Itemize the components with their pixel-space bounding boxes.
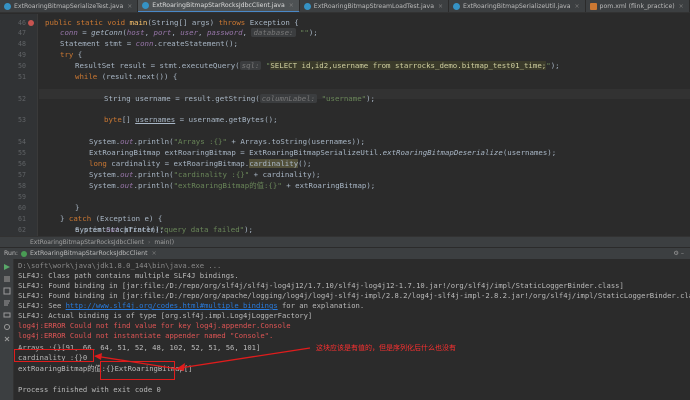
line-number: 49: [18, 51, 26, 59]
editor-tab-bar: ExtRoaringBitmapSerializeTest.java × ExtR…: [0, 0, 690, 13]
code-line-50: ResultSet result = stmt.executeQuery(sql…: [75, 61, 560, 70]
annotation-box-cardinality: [14, 349, 94, 362]
breadcrumb-class[interactable]: ExtRoaringBitmapStarRocksJdbcClient: [30, 239, 144, 246]
close-tab-icon[interactable]: ×: [574, 3, 579, 10]
line-number: 56: [18, 160, 26, 168]
tab-extroaringbitmap-serialize-test[interactable]: ExtRoaringBitmapSerializeTest.java ×: [0, 0, 139, 12]
console-line: SLF4J: Class path contains multiple SLF4…: [18, 271, 239, 280]
console-exit-line: Process finished with exit code 0: [18, 385, 161, 394]
line-number: 58: [18, 182, 26, 190]
tab-extroaringbitmap-starrocks-jdbc-client[interactable]: ExtRoaringBitmapStarRocksJdbcClient.java…: [138, 0, 300, 12]
run-config-icon: [20, 250, 27, 257]
line-number: 55: [18, 149, 26, 157]
sql-injection-highlight: SELECT id,id2,username from starrocks_de…: [270, 61, 547, 70]
line-number: 47: [18, 29, 26, 37]
code-line-63: e.printStackTrace();: [75, 225, 164, 234]
code-line-57: System.out.println("cardinality :{}" + c…: [89, 170, 321, 179]
line-number: 62: [18, 226, 26, 234]
code-line-52: String username = result.getString(colum…: [104, 94, 375, 103]
annotation-box-bitmap: [100, 361, 175, 380]
line-number: 51: [18, 73, 26, 81]
settings-gear-icon[interactable]: ⚙ –: [673, 250, 684, 257]
stop-icon[interactable]: [3, 275, 11, 283]
code-line-51: while (result.next()) {: [75, 72, 178, 81]
method-highlight: cardinality: [249, 159, 299, 168]
run-tool-window-header: Run: ExtRoaringBitmapStarRocksJdbcClient…: [0, 247, 690, 259]
run-config-tab[interactable]: ExtRoaringBitmapStarRocksJdbcClient ×: [20, 250, 157, 257]
code-line-55: ExtRoaringBitmap extRoaringBitmap = ExtR…: [89, 148, 557, 157]
line-number: 59: [18, 193, 26, 201]
line-number: 61: [18, 215, 26, 223]
java-file-icon: [303, 3, 311, 10]
tab-label: ExtRoaringBitmapStarRocksJdbcClient.java: [152, 2, 285, 9]
run-gutter-icon[interactable]: [28, 20, 34, 26]
code-line-46: public static void main(String[] args) t…: [45, 18, 299, 27]
console-error-line: log4j:ERROR Could not find value for key…: [18, 321, 291, 330]
code-editor[interactable]: 46 47 48 49 50 51 52 53 54 55 56 57 58 5…: [0, 14, 690, 236]
java-file-icon: [142, 2, 150, 9]
close-tab-icon[interactable]: ×: [289, 2, 294, 9]
tab-extroaringbitmap-streamload-test[interactable]: ExtRoaringBitmapStreamLoadTest.java ×: [300, 0, 450, 12]
restore-layout-icon[interactable]: [3, 287, 11, 295]
java-file-icon: [4, 3, 11, 10]
line-number: 57: [18, 171, 26, 179]
breadcrumb-separator: ›: [147, 238, 151, 246]
run-toolbar: [0, 259, 14, 400]
console-line: SLF4J: Found binding in [jar:file:/D:/re…: [18, 291, 690, 300]
line-number-gutter[interactable]: 46 47 48 49 50 51 52 53 54 55 56 57 58 5…: [0, 14, 38, 236]
soft-wrap-icon[interactable]: [3, 299, 11, 307]
code-line-54: System.out.println("Arrays :{}" + Arrays…: [89, 137, 365, 146]
line-number: 53: [18, 116, 26, 124]
code-line-58: System.out.println("extRoaringBitmap的值:{…: [89, 181, 376, 190]
console-line: D:\soft\work\java\jdk1.8.0_144\bin\java.…: [18, 261, 222, 270]
code-line-56: long cardinality = extRoaringBitmap.card…: [89, 159, 312, 168]
close-run-tab-icon[interactable]: ×: [152, 250, 157, 257]
breadcrumb-method[interactable]: main(): [154, 239, 174, 246]
maven-file-icon: [589, 3, 597, 10]
close-tab-icon[interactable]: ×: [127, 3, 132, 10]
code-line-49: try {: [60, 50, 83, 59]
tab-label: ExtRoaringBitmapSerializeUtil.java: [463, 3, 571, 10]
code-line-47: conn = getConn(host, port, user, passwor…: [60, 28, 318, 37]
code-line-53: byte[] usernames = username.getBytes();: [104, 115, 278, 124]
run-label: Run:: [4, 250, 18, 257]
close-tab-icon[interactable]: ×: [679, 3, 684, 10]
console-line: SLF4J: See http://www.slf4j.org/codes.ht…: [18, 301, 365, 310]
annotation-text: 这块应该是有值的，但是序列化后什么也没有: [316, 344, 456, 352]
pin-icon[interactable]: [3, 323, 11, 331]
line-number: 54: [18, 138, 26, 146]
console-line: SLF4J: Actual binding is of type [org.sl…: [18, 311, 313, 320]
console-error-line: log4j:ERROR Could not instantiate append…: [18, 331, 274, 340]
line-number: 52: [18, 95, 26, 103]
java-file-icon: [453, 3, 461, 10]
code-line-61: } catch (Exception e) {: [60, 214, 163, 223]
tab-pom-xml[interactable]: pom.xml (flink_practice) ×: [586, 0, 690, 12]
code-line-60: }: [75, 203, 80, 212]
tab-extroaringbitmap-serialize-util[interactable]: ExtRoaringBitmapSerializeUtil.java ×: [449, 0, 586, 12]
bindings-doc-link[interactable]: http://www.slf4j.org/codes.html#multiple…: [66, 301, 278, 310]
close-tab-icon[interactable]: ×: [438, 3, 443, 10]
parameter-hint: sql:: [239, 61, 262, 70]
parameter-hint: database:: [251, 28, 296, 37]
code-line-48: Statement stmt = conn.createStatement();: [60, 39, 239, 48]
tab-label: pom.xml (flink_practice): [599, 3, 675, 10]
line-number: 60: [18, 204, 26, 212]
parameter-hint: columnLabel:: [259, 94, 318, 103]
line-number: 50: [18, 62, 26, 70]
print-icon[interactable]: [3, 311, 11, 319]
breadcrumb: ExtRoaringBitmapStarRocksJdbcClient › ma…: [0, 236, 690, 247]
tab-label: ExtRoaringBitmapStreamLoadTest.java: [313, 3, 434, 10]
delete-icon[interactable]: [3, 335, 11, 343]
line-number: 46: [18, 19, 26, 27]
line-number: 48: [18, 40, 26, 48]
tab-label: ExtRoaringBitmapSerializeTest.java: [14, 3, 124, 10]
rerun-icon[interactable]: [3, 263, 11, 271]
console-line: SLF4J: Found binding in [jar:file:/D:/re…: [18, 281, 624, 290]
